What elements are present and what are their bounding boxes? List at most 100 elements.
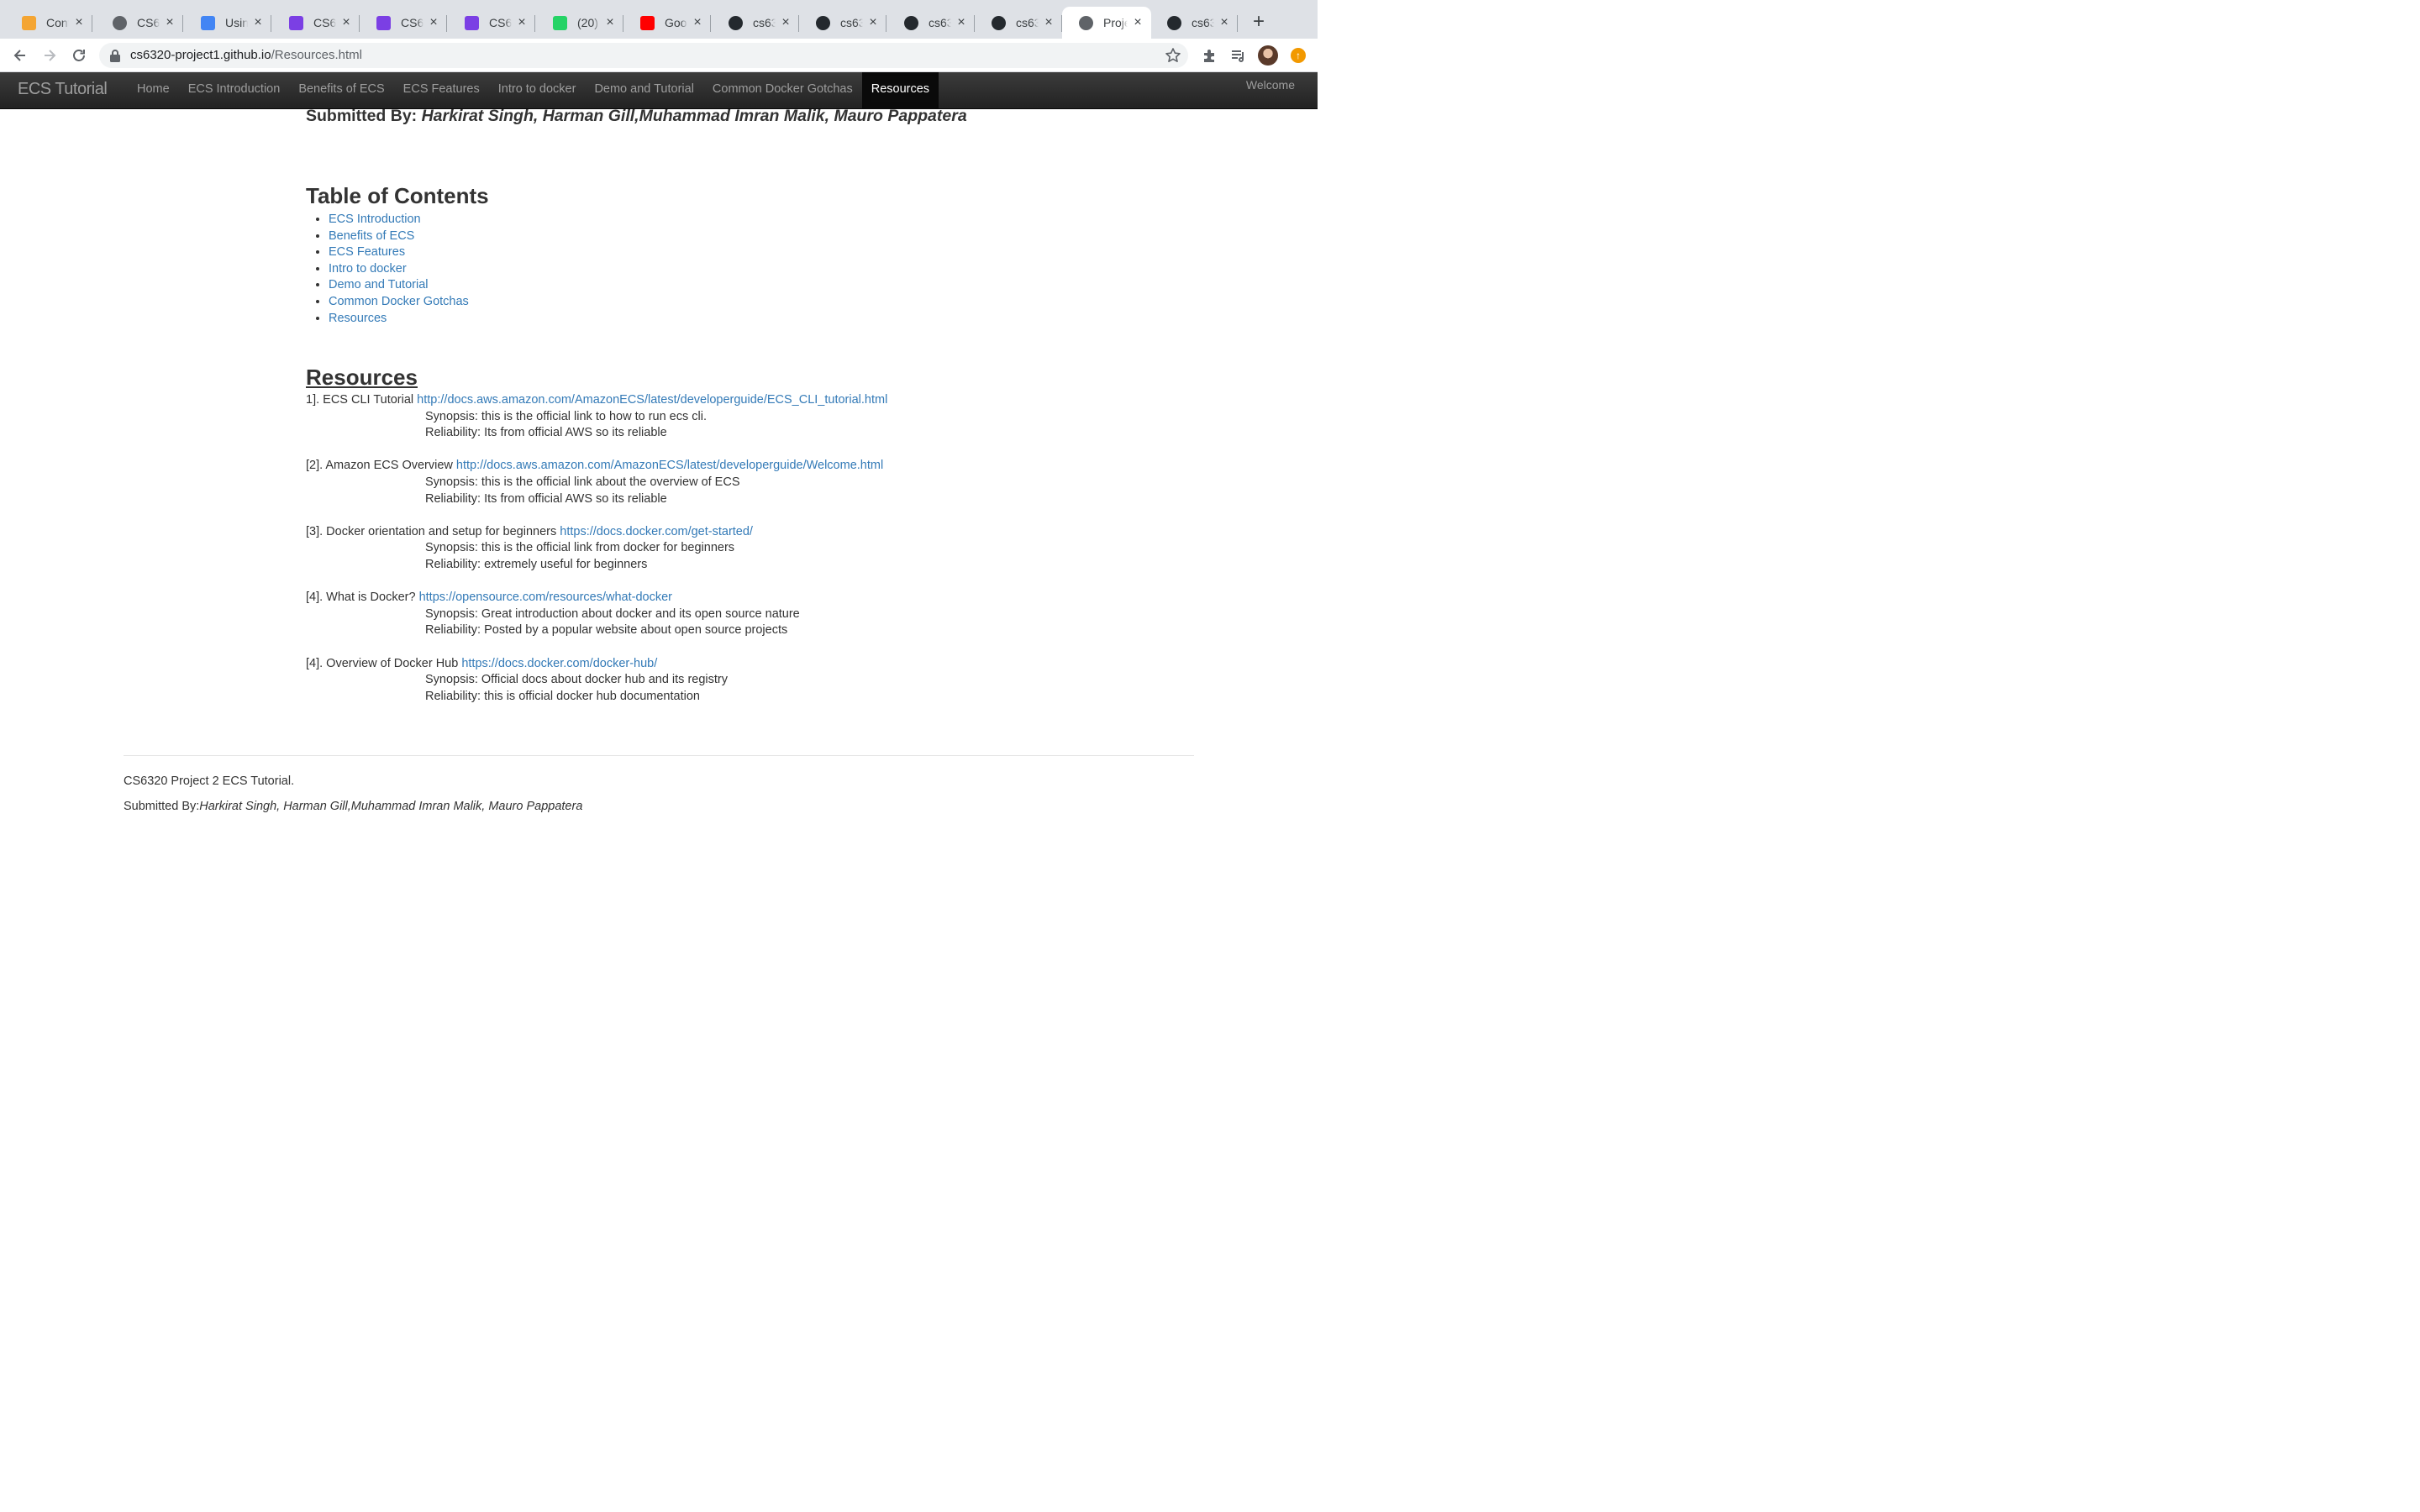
toc-link[interactable]: Demo and Tutorial [329, 278, 428, 291]
tab-title: cs6320 [929, 16, 951, 29]
resources-list: 1]. ECS CLI Tutorial http://docs.aws.ama… [306, 392, 995, 722]
resource-heading: 1]. ECS CLI Tutorial http://docs.aws.ama… [306, 392, 995, 409]
nav-link[interactable]: ECS Features [394, 72, 489, 108]
toc-item: Demo and Tutorial [329, 277, 469, 294]
nav-link[interactable]: Resources [861, 72, 939, 108]
table-of-contents: ECS Introduction Benefits of ECS ECS Featu… [306, 212, 469, 327]
resource-synopsis: Synopsis: this is the official link to h… [425, 409, 707, 423]
extensions-button[interactable] [1200, 45, 1220, 66]
tab-title: CS6550 [489, 16, 512, 29]
leetcode-icon [376, 15, 391, 30]
nav-link[interactable]: Home [128, 72, 179, 108]
resource-title: [2]. Amazon ECS Overview [306, 459, 456, 473]
toc-link[interactable]: ECS Introduction [329, 213, 421, 226]
code-icon [201, 15, 215, 30]
resource-item: [3]. Docker orientation and setup for be… [306, 524, 995, 574]
resource-reliability: Reliability: Its from official AWS so it… [425, 426, 667, 440]
toc-link[interactable]: ECS Features [329, 245, 405, 259]
back-button[interactable] [10, 45, 30, 66]
browser-tab[interactable]: Content× [5, 7, 92, 39]
submitted-by: Submitted By: Harkirat Singh, Harman Gil… [306, 107, 995, 126]
browser-tab[interactable]: cs6320 × [887, 7, 975, 39]
close-icon[interactable]: × [339, 16, 353, 29]
avatar-icon [1258, 45, 1278, 66]
nav-link[interactable]: Benefits of ECS [289, 72, 393, 108]
site-brand[interactable]: ECS Tutorial [18, 80, 108, 99]
footer-submitted-label: Submitted By: [124, 800, 200, 813]
resource-link[interactable]: https://docs.docker.com/get-started/ [560, 525, 753, 538]
resources-heading: Resources [306, 365, 418, 390]
tab-separator [1237, 15, 1238, 32]
leetcode-icon [289, 15, 303, 30]
browser-tab[interactable]: cs6320 × [1150, 7, 1238, 39]
close-icon[interactable]: × [779, 16, 792, 29]
reload-button[interactable] [69, 45, 89, 66]
browser-tab[interactable]: cs6320× [799, 7, 886, 39]
close-icon[interactable]: × [515, 16, 529, 29]
browser-tab[interactable]: CS6550× [272, 7, 360, 39]
resource-link[interactable]: http://docs.aws.amazon.com/AmazonECS/lat… [456, 459, 883, 472]
browser-tab[interactable]: Google × [623, 7, 711, 39]
resource-item: 1]. ECS CLI Tutorial http://docs.aws.ama… [306, 392, 995, 442]
close-icon[interactable]: × [691, 16, 704, 29]
browser-tab[interactable]: cs6320× [712, 7, 799, 39]
update-icon: ↑ [1291, 48, 1306, 63]
close-icon[interactable]: × [866, 16, 880, 29]
browser-tab[interactable]: Using× [184, 7, 271, 39]
resource-link[interactable]: https://opensource.com/resources/what-do… [419, 591, 672, 604]
url-host: cs6320-project1.github.io [130, 48, 271, 62]
nav-link[interactable]: Demo and Tutorial [585, 72, 702, 108]
close-icon[interactable]: × [72, 16, 86, 29]
tab-title: cs6320 [1192, 16, 1214, 29]
close-icon[interactable]: × [1218, 16, 1231, 29]
tab-title: Project [1103, 16, 1128, 29]
tab-separator [534, 15, 535, 32]
toc-heading: Table of Contents [306, 183, 489, 208]
close-icon[interactable]: × [1131, 16, 1144, 29]
toc-link[interactable]: Benefits of ECS [329, 229, 414, 243]
nav-link[interactable]: Intro to docker [489, 72, 586, 108]
tab-title: CS6550 [313, 16, 336, 29]
media-button[interactable] [1228, 45, 1249, 66]
resource-link[interactable]: https://docs.docker.com/docker-hub/ [461, 657, 657, 670]
nav-link[interactable]: Common Docker Gotchas [703, 72, 862, 108]
nav-link[interactable]: ECS Introduction [179, 72, 290, 108]
toc-item: Benefits of ECS [329, 228, 469, 245]
resource-link[interactable]: http://docs.aws.amazon.com/AmazonECS/lat… [417, 393, 887, 407]
resource-item: [4]. Overview of Docker Hub https://docs… [306, 656, 995, 706]
browser-tab[interactable]: CS6550× [96, 7, 183, 39]
forward-button[interactable] [39, 45, 60, 66]
close-icon[interactable]: × [251, 16, 265, 29]
tab-title: (20) W [577, 16, 600, 29]
close-icon[interactable]: × [163, 16, 176, 29]
footer-divider [124, 755, 1194, 756]
resource-title: 1]. ECS CLI Tutorial [306, 393, 418, 407]
github-icon [729, 15, 743, 30]
close-icon[interactable]: × [1042, 16, 1055, 29]
toc-link[interactable]: Resources [329, 312, 387, 325]
browser-tab[interactable]: Project× [1062, 7, 1151, 39]
browser-tab[interactable]: (20) W× [536, 7, 623, 39]
tab-title: Google [665, 16, 687, 29]
close-icon[interactable]: × [427, 16, 440, 29]
browser-tab[interactable]: cs6320× [975, 7, 1062, 39]
resource-reliability: Reliability: extremely useful for beginn… [425, 557, 648, 571]
star-icon[interactable] [1165, 47, 1181, 64]
footer-line: CS6320 Project 2 ECS Tutorial. [124, 774, 295, 788]
toc-link[interactable]: Common Docker Gotchas [329, 295, 469, 308]
resource-item: [4]. What is Docker? https://opensource.… [306, 590, 995, 639]
url-text: cs6320-project1.github.io/Resources.html [130, 48, 362, 62]
browser-tab[interactable]: CS6600× [360, 7, 447, 39]
whatsapp-icon [553, 15, 567, 30]
address-bar[interactable]: cs6320-project1.github.io/Resources.html [99, 43, 1188, 68]
close-icon[interactable]: × [955, 16, 968, 29]
update-button[interactable]: ↑ [1288, 45, 1308, 66]
resource-heading: [4]. Overview of Docker Hub https://docs… [306, 656, 995, 673]
toc-link[interactable]: Intro to docker [329, 262, 407, 276]
resource-heading: [2]. Amazon ECS Overview http://docs.aws… [306, 458, 995, 475]
browser-toolbar: cs6320-project1.github.io/Resources.html… [0, 39, 1318, 72]
profile-avatar[interactable] [1258, 45, 1278, 66]
browser-tab[interactable]: CS6550× [448, 7, 535, 39]
close-icon[interactable]: × [603, 16, 617, 29]
new-tab-button[interactable]: + [1249, 12, 1269, 32]
